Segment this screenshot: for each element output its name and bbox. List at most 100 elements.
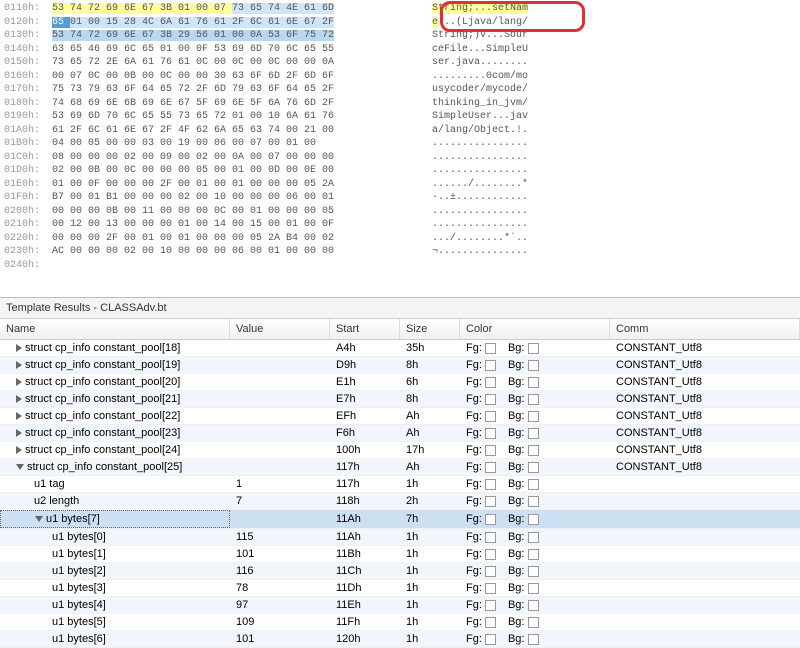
hex-row[interactable]: 0190h:53 69 6D 70 6C 65 55 73 65 72 01 0… <box>4 110 796 124</box>
chevron-right-icon[interactable] <box>16 395 22 403</box>
cell-name: u1 bytes[2] <box>0 563 230 579</box>
cell-comment: CONSTANT_Utf8 <box>610 408 800 424</box>
chevron-right-icon[interactable] <box>16 361 22 369</box>
cell-name: u1 bytes[3] <box>0 580 230 596</box>
hex-row[interactable]: 0130h:53 74 72 69 6E 67 3B 29 56 01 00 0… <box>4 29 796 43</box>
swatch-fg <box>485 394 496 405</box>
swatch-bg <box>528 411 539 422</box>
chevron-right-icon[interactable] <box>16 412 22 420</box>
table-row[interactable]: u1 bytes[5]10911Fh1hFg: Bg: <box>0 614 800 631</box>
hex-pane[interactable]: 0110h:53 74 72 69 6E 67 3B 01 00 07 73 6… <box>0 0 800 297</box>
col-value[interactable]: Value <box>230 319 330 339</box>
hex-ascii: ·..±............ <box>422 191 528 205</box>
chevron-right-icon[interactable] <box>16 429 22 437</box>
table-row[interactable]: u1 tag1117h1hFg: Bg: <box>0 476 800 493</box>
cell-start: 11Ch <box>330 563 400 579</box>
table-row[interactable]: u1 bytes[2]11611Ch1hFg: Bg: <box>0 563 800 580</box>
cell-name: u1 bytes[4] <box>0 597 230 613</box>
cell-name: u1 bytes[7] <box>0 510 230 528</box>
hex-row[interactable]: 0170h:75 73 79 63 6F 64 65 72 2F 6D 79 6… <box>4 83 796 97</box>
col-comm[interactable]: Comm <box>610 319 800 339</box>
hex-bytes: AC 00 00 00 02 00 10 00 00 00 06 00 01 0… <box>52 245 422 259</box>
table-header[interactable]: Name Value Start Size Color Comm <box>0 319 800 340</box>
cell-comment <box>610 552 800 556</box>
hex-bytes: 65 01 00 15 28 4C 6A 61 76 61 2F 6C 61 6… <box>52 16 422 30</box>
col-color[interactable]: Color <box>460 319 610 339</box>
table-row[interactable]: u1 bytes[0]11511Ah1hFg: Bg: <box>0 529 800 546</box>
hex-bytes: 74 68 69 6E 6B 69 6E 67 5F 69 6E 5F 6A 7… <box>52 97 422 111</box>
table-row[interactable]: struct cp_info constant_pool[20]E1h6hFg:… <box>0 374 800 391</box>
hex-ascii: usycoder/mycode/ <box>422 83 528 97</box>
swatch-bg <box>528 377 539 388</box>
hex-row[interactable]: 0140h:63 65 46 69 6C 65 01 00 0F 53 69 6… <box>4 43 796 57</box>
chevron-right-icon[interactable] <box>16 378 22 386</box>
chevron-right-icon[interactable] <box>16 446 22 454</box>
hex-bytes: 00 12 00 13 00 00 00 01 00 14 00 15 00 0… <box>52 218 422 232</box>
hex-row[interactable]: 01D0h:02 00 0B 00 0C 00 00 00 05 00 01 0… <box>4 164 796 178</box>
cell-name: u2 length <box>0 493 230 509</box>
swatch-fg <box>485 411 496 422</box>
table-row[interactable]: u1 bytes[1]10111Bh1hFg: Bg: <box>0 546 800 563</box>
hex-row[interactable]: 01B0h:04 00 05 00 00 03 00 19 00 06 00 0… <box>4 137 796 151</box>
table-row[interactable]: u1 bytes[6]101120h1hFg: Bg: <box>0 631 800 648</box>
table-row[interactable]: struct cp_info constant_pool[21]E7h8hFg:… <box>0 391 800 408</box>
hex-row[interactable]: 0120h:65 01 00 15 28 4C 6A 61 76 61 2F 6… <box>4 16 796 30</box>
cell-color: Fg: Bg: <box>460 614 610 630</box>
hex-row[interactable]: 0200h:00 00 00 0B 00 11 00 00 00 0C 00 0… <box>4 205 796 219</box>
hex-bytes: B7 00 01 B1 00 00 00 02 00 10 00 00 00 0… <box>52 191 422 205</box>
swatch-bg <box>528 600 539 611</box>
hex-row[interactable]: 0160h:00 07 0C 00 0B 00 0C 00 00 30 63 6… <box>4 70 796 84</box>
cell-comment <box>610 620 800 624</box>
cell-start: 117h <box>330 476 400 492</box>
table-row[interactable]: u1 bytes[4]9711Eh1hFg: Bg: <box>0 597 800 614</box>
table-row[interactable]: struct cp_info constant_pool[19]D9h8hFg:… <box>0 357 800 374</box>
table-row[interactable]: struct cp_info constant_pool[23]F6hAhFg:… <box>0 425 800 442</box>
cell-value: 78 <box>230 580 330 596</box>
hex-row[interactable]: 0240h: <box>4 259 796 273</box>
chevron-right-icon[interactable] <box>16 344 22 352</box>
hex-offset: 01F0h: <box>4 191 52 205</box>
table-row[interactable]: u1 bytes[7]11Ah7hFg: Bg: <box>0 510 800 529</box>
hex-row[interactable]: 01C0h:08 00 00 00 02 00 09 00 02 00 0A 0… <box>4 151 796 165</box>
hex-offset: 0120h: <box>4 16 52 30</box>
cell-name: struct cp_info constant_pool[25] <box>0 459 230 475</box>
hex-row[interactable]: 0180h:74 68 69 6E 6B 69 6E 67 5F 69 6E 5… <box>4 97 796 111</box>
table-row[interactable]: struct cp_info constant_pool[18]A4h35hFg… <box>0 340 800 357</box>
cell-start: D9h <box>330 357 400 373</box>
cell-color: Fg: Bg: <box>460 529 610 545</box>
hex-row[interactable]: 01A0h:61 2F 6C 61 6E 67 2F 4F 62 6A 65 6… <box>4 124 796 138</box>
hex-row[interactable]: 0230h:AC 00 00 00 02 00 10 00 00 00 06 0… <box>4 245 796 259</box>
hex-row[interactable]: 0210h:00 12 00 13 00 00 00 01 00 14 00 1… <box>4 218 796 232</box>
table-row[interactable]: struct cp_info constant_pool[24]100h17hF… <box>0 442 800 459</box>
col-name[interactable]: Name <box>0 319 230 339</box>
cell-color: Fg: Bg: <box>460 597 610 613</box>
col-size[interactable]: Size <box>400 319 460 339</box>
cell-start: 117h <box>330 459 400 475</box>
hex-row[interactable]: 0110h:53 74 72 69 6E 67 3B 01 00 07 73 6… <box>4 2 796 16</box>
hex-row[interactable]: 01F0h:B7 00 01 B1 00 00 00 02 00 10 00 0… <box>4 191 796 205</box>
chevron-down-icon[interactable] <box>16 464 24 470</box>
hex-offset: 0110h: <box>4 2 52 16</box>
swatch-bg <box>528 549 539 560</box>
cell-size: 8h <box>400 391 460 407</box>
swatch-bg <box>528 583 539 594</box>
cell-size: 8h <box>400 357 460 373</box>
chevron-down-icon[interactable] <box>35 516 43 522</box>
swatch-bg <box>528 634 539 645</box>
hex-row[interactable]: 01E0h:01 00 0F 00 00 00 2F 00 01 00 01 0… <box>4 178 796 192</box>
hex-row[interactable]: 0150h:73 65 72 2E 6A 61 76 61 0C 00 0C 0… <box>4 56 796 70</box>
swatch-fg <box>485 549 496 560</box>
table-row[interactable]: u2 length7118h2hFg: Bg: <box>0 493 800 510</box>
cell-color: Fg: Bg: <box>460 511 610 527</box>
cell-size: 1h <box>400 546 460 562</box>
table-row[interactable]: u1 bytes[3]7811Dh1hFg: Bg: <box>0 580 800 597</box>
cell-name: struct cp_info constant_pool[18] <box>0 340 230 356</box>
hex-offset: 0160h: <box>4 70 52 84</box>
hex-bytes: 53 74 72 69 6E 67 3B 01 00 07 73 65 74 4… <box>52 2 422 16</box>
hex-row[interactable]: 0220h:00 00 00 2F 00 01 00 01 00 00 00 0… <box>4 232 796 246</box>
swatch-bg <box>528 514 539 525</box>
cell-value <box>230 448 330 452</box>
table-row[interactable]: struct cp_info constant_pool[22]EFhAhFg:… <box>0 408 800 425</box>
col-start[interactable]: Start <box>330 319 400 339</box>
table-row[interactable]: struct cp_info constant_pool[25]117hAhFg… <box>0 459 800 476</box>
